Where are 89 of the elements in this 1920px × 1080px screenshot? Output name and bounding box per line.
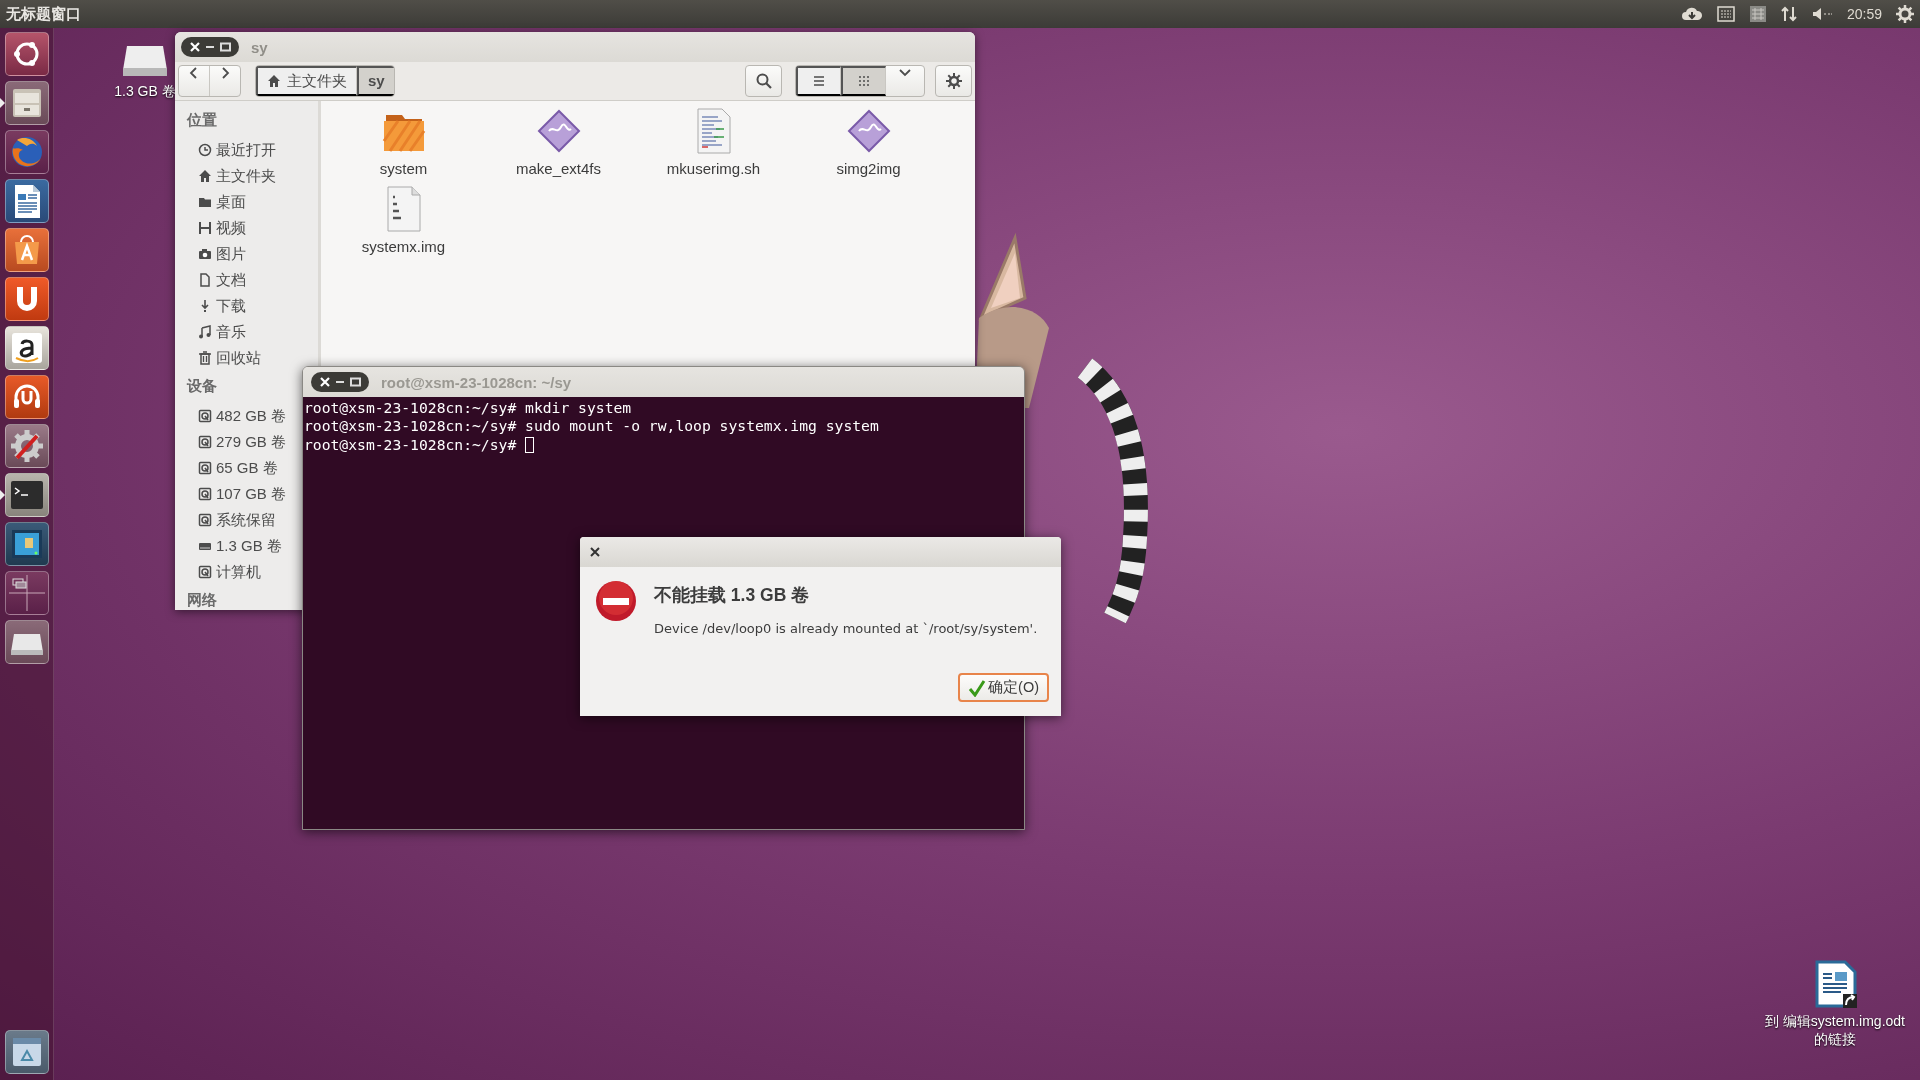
file-name[interactable]: make_ext4fs (515, 160, 601, 177)
sidebar-item[interactable]: 279 GB 卷 (216, 432, 287, 452)
sidebar-item[interactable]: 视频 (216, 218, 246, 238)
dialog-title: 不能挂载 1.3 GB 卷 (654, 584, 811, 607)
sidebar-item[interactable]: 最近打开 (216, 140, 276, 160)
disk-icon (198, 513, 212, 527)
sidebar-item[interactable]: 桌面 (216, 192, 246, 212)
grid-view-icon (857, 74, 871, 88)
icon-label: 1.3 GB 卷 (114, 82, 176, 100)
home-icon (267, 74, 281, 88)
disk-icon (198, 461, 212, 475)
sidebar-item[interactable]: 482 GB 卷 (216, 406, 287, 426)
sidebar-item[interactable]: 音乐 (216, 322, 246, 342)
terminal-line: root@xsm-23-1028cn:~/sy# mkdir system (304, 399, 632, 418)
window-controls[interactable] (181, 36, 239, 58)
path-button[interactable]: sy (357, 66, 394, 96)
path-button[interactable]: 主文件夹 (256, 66, 357, 96)
sidebar-item[interactable]: 回收站 (216, 348, 261, 368)
icon-label: 到 编辑system.img.odt 的链接 (1764, 1012, 1906, 1048)
headphones-icon[interactable] (4, 375, 49, 419)
sidebar-item[interactable]: 1.3 GB 卷 (216, 536, 282, 556)
error-icon (594, 579, 638, 623)
picture-frame-icon[interactable] (4, 522, 49, 566)
globe-icon[interactable] (4, 130, 49, 174)
terminal-icon[interactable] (4, 473, 49, 517)
music-note-icon (198, 325, 212, 339)
sidebar-item[interactable]: 下载 (216, 296, 246, 316)
letter-a-tile-icon[interactable] (4, 326, 49, 370)
window-controls[interactable] (311, 371, 369, 393)
document-icon[interactable] (4, 179, 49, 223)
search-button[interactable] (745, 65, 782, 97)
search-icon (755, 73, 772, 89)
disk-icon (198, 409, 212, 423)
ok-button[interactable]: 确定(O) (958, 673, 1049, 702)
cloud-download-icon (1680, 5, 1703, 23)
terminal-line: root@xsm-23-1028cn:~/sy# sudo mount -o rw,loop systemx.img system (304, 417, 879, 436)
input-method-icon (1748, 5, 1767, 23)
page-icon (198, 273, 212, 287)
ubuntu-logo-icon[interactable] (4, 32, 49, 76)
folder-icon (198, 195, 212, 209)
drive-icon[interactable] (4, 620, 49, 664)
filing-cabinet-icon[interactable] (4, 81, 49, 125)
gear-wrench-icon[interactable] (4, 424, 49, 468)
file-name[interactable]: simg2img (836, 160, 901, 177)
list-view-icon (812, 74, 826, 88)
document-shortcut-icon[interactable] (1813, 960, 1857, 1008)
path-bar[interactable]: 主文件夹 sy (255, 65, 395, 97)
disk-icon (198, 487, 212, 501)
navigation-buttons[interactable] (178, 65, 241, 97)
disk-icon (198, 565, 212, 579)
clock-icon (198, 143, 212, 157)
error-message: Device /dev/loop0 is already mounted at `/root/sy/system'. (654, 621, 1038, 636)
letter-u-tile-icon[interactable] (4, 277, 49, 321)
disk-icon (198, 435, 212, 449)
list-view-button[interactable] (796, 66, 841, 96)
workspace-grid-icon[interactable] (4, 571, 49, 615)
home-icon (198, 169, 212, 183)
close-button[interactable] (590, 547, 600, 557)
file-name[interactable]: mkuserimg.sh (666, 160, 761, 177)
sidebar-item[interactable]: 系统保留 (216, 510, 276, 530)
sidebar-item[interactable]: 主文件夹 (216, 166, 276, 186)
settings-gear-icon[interactable] (1896, 5, 1914, 23)
section-heading: 网络 (186, 590, 218, 610)
view-mode-switcher[interactable] (795, 65, 925, 97)
keyboard-icon (1716, 5, 1735, 23)
sidebar-item[interactable]: 计算机 (216, 562, 261, 582)
section-heading: 设备 (185, 376, 218, 396)
sidebar-item[interactable]: 文档 (216, 270, 246, 290)
sidebar-item[interactable]: 图片 (216, 244, 246, 264)
file-name[interactable]: systemx.img (361, 238, 446, 255)
window-title: root@xsm-23-1028cn: ~/sy (381, 373, 572, 391)
section-heading: 位置 (185, 110, 218, 130)
close-icon (590, 547, 600, 557)
network-arrows-icon (1780, 5, 1797, 23)
file-name[interactable]: system (379, 160, 428, 177)
window-title: 无标题窗口 (6, 4, 82, 24)
grid-view-button[interactable] (841, 66, 886, 96)
speaker-icon (1810, 5, 1833, 23)
checkmark-icon (968, 678, 987, 697)
camera-icon (198, 247, 212, 261)
shopping-bag-icon[interactable] (4, 228, 49, 272)
download-arrow-icon (198, 299, 212, 313)
window-title: sy (251, 38, 268, 56)
settings-icon (945, 73, 962, 89)
sidebar-item[interactable]: 107 GB 卷 (216, 484, 287, 504)
clock-time[interactable]: 20:59 (1846, 6, 1882, 22)
terminal-line: root@xsm-23-1028cn:~/sy# (304, 435, 518, 455)
settings-button[interactable] (935, 65, 972, 97)
sidebar-item[interactable]: 65 GB 卷 (216, 458, 278, 478)
